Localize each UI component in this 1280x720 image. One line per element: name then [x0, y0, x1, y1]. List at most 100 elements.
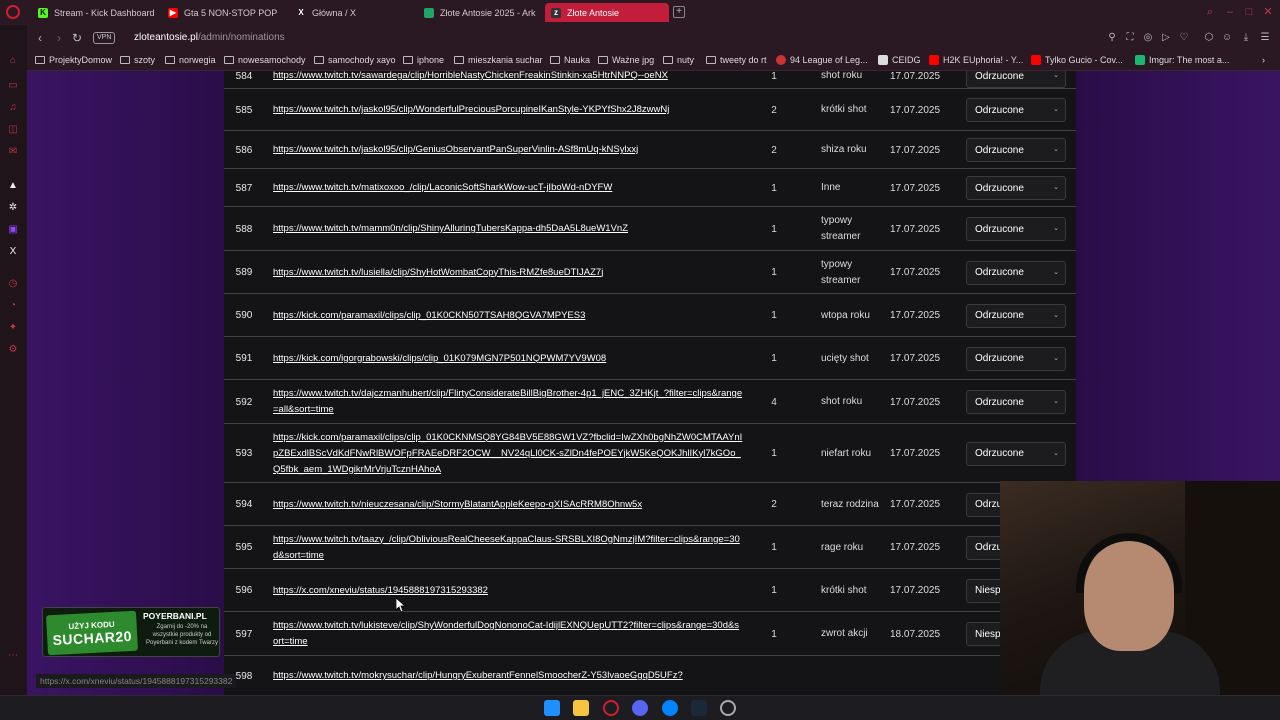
- bookmark-tylko-gucio[interactable]: Tylko Gucio - Cov...: [1031, 55, 1123, 65]
- bookmark-samochody-xayo[interactable]: samochody xayo: [314, 55, 396, 65]
- bookmarks-more-icon[interactable]: ›: [1262, 55, 1265, 65]
- bookmark-mieszkania-suchar[interactable]: mieszkania suchar: [454, 55, 543, 65]
- nomination-count: 1: [764, 569, 784, 612]
- clock-icon[interactable]: ◔: [7, 300, 19, 312]
- folder-icon: [314, 56, 324, 64]
- nomination-link[interactable]: https://www.twitch.tv/jaskol95/clip/Wond…: [273, 102, 669, 118]
- windows-start-icon[interactable]: [544, 700, 560, 716]
- bookmark-h2k[interactable]: H2K EUphoria! - Y...: [929, 55, 1023, 65]
- status-select[interactable]: Odrzucone ⌄: [966, 441, 1066, 466]
- bookmark-nowesamochody[interactable]: nowesamochody: [224, 55, 306, 65]
- history-icon[interactable]: ◷: [7, 278, 19, 290]
- obs-icon[interactable]: [720, 700, 736, 716]
- status-select[interactable]: Odrzucone ⌄: [966, 217, 1066, 241]
- bookmark-szoty[interactable]: szoty: [120, 55, 155, 65]
- bookmark-imgur[interactable]: Imgur: The most a...: [1135, 55, 1229, 65]
- nomination-link[interactable]: https://www.twitch.tv/dajczmanhubert/cli…: [273, 386, 743, 418]
- nomination-url-cell: https://www.twitch.tv/dajczmanhubert/cli…: [273, 380, 743, 424]
- tab-spreadsheet[interactable]: Złote Antosie 2025 - Ark: [418, 3, 538, 22]
- nomination-id: 588: [224, 207, 264, 251]
- maximize-icon[interactable]: □: [1243, 6, 1255, 18]
- close-icon[interactable]: ✕: [1262, 6, 1274, 18]
- profile-icon[interactable]: ☺: [1221, 32, 1233, 44]
- forward-icon[interactable]: ›: [52, 31, 66, 45]
- snapshot-icon[interactable]: ⛶: [1124, 32, 1136, 44]
- tab-x-home[interactable]: X Główna / X: [290, 3, 410, 22]
- nomination-link[interactable]: https://www.twitch.tv/nieuczesana/clip/S…: [273, 497, 642, 513]
- status-select[interactable]: Odrzucone ⌄: [966, 98, 1066, 122]
- nomination-link[interactable]: https://www.twitch.tv/sawardega/clip/Hor…: [273, 71, 668, 84]
- nomination-link[interactable]: https://www.twitch.tv/taazy_/clip/Oblivi…: [273, 532, 743, 564]
- nomination-link[interactable]: https://www.twitch.tv/mokrysuchar/clip/H…: [273, 668, 683, 684]
- tab-youtube-gta[interactable]: ▶ Gta 5 NON-STOP POP ra: [162, 3, 280, 22]
- nomination-id: 591: [224, 337, 264, 380]
- reload-icon[interactable]: ↻: [70, 31, 84, 45]
- nomination-link[interactable]: https://www.twitch.tv/lusiella/clip/ShyH…: [273, 265, 603, 281]
- status-select[interactable]: Odrzucone ⌄: [966, 71, 1066, 88]
- extensions-icon[interactable]: ✦: [7, 322, 19, 334]
- settings-icon[interactable]: ⚙: [7, 344, 19, 356]
- download-icon[interactable]: ⤓: [1240, 32, 1252, 44]
- nomination-url-cell: https://kick.com/igorgrabowski/clips/cli…: [273, 337, 743, 380]
- bookmark-nuty[interactable]: nuty: [663, 55, 694, 65]
- bookmark-projektydomow[interactable]: ProjektyDomow: [35, 55, 112, 65]
- menu-icon[interactable]: ☰: [1259, 32, 1271, 44]
- nomination-link[interactable]: https://kick.com/igorgrabowski/clips/cli…: [273, 351, 606, 367]
- vpn-badge[interactable]: VPN: [93, 32, 116, 44]
- nomination-link[interactable]: https://www.twitch.tv/jaskol95/clip/Geni…: [273, 142, 638, 158]
- new-tab-button[interactable]: +: [673, 6, 685, 18]
- url-field[interactable]: zloteantosie.pl/admin/nominations: [134, 32, 285, 43]
- home-icon[interactable]: ⌂: [7, 55, 19, 67]
- messenger-icon[interactable]: [662, 700, 678, 716]
- twitch-icon[interactable]: ▣: [7, 224, 19, 236]
- status-select[interactable]: Odrzucone ⌄: [966, 138, 1066, 162]
- extensions-icon[interactable]: ⬡: [1203, 32, 1215, 44]
- bookmark-wazne-jpg[interactable]: Ważne jpg: [598, 55, 654, 65]
- nomination-id: 595: [224, 526, 264, 569]
- file-explorer-icon[interactable]: [573, 700, 589, 716]
- x-icon[interactable]: X: [7, 246, 19, 258]
- status-select[interactable]: Odrzucone ⌄: [966, 176, 1066, 200]
- minimize-icon[interactable]: –: [1224, 6, 1236, 18]
- mail-icon[interactable]: ✉: [7, 146, 19, 158]
- heart-icon[interactable]: ♡: [1178, 32, 1190, 44]
- bookmark-tweety-do-rt[interactable]: tweety do rt: [706, 55, 767, 65]
- nomination-link[interactable]: https://kick.com/paramaxil/clips/clip_01…: [273, 308, 585, 324]
- nomination-link[interactable]: https://kick.com/paramaxil/clips/clip_01…: [273, 430, 743, 478]
- status-select[interactable]: Odrzucone ⌄: [966, 346, 1066, 371]
- camera-icon[interactable]: ◎: [1142, 32, 1154, 44]
- chatgpt-icon[interactable]: ✲: [7, 202, 19, 214]
- status-select[interactable]: Odrzucone ⌄: [966, 303, 1066, 328]
- bookmark-ceidg[interactable]: CEIDG: [878, 55, 921, 65]
- status-select[interactable]: Odrzucone ⌄: [966, 260, 1066, 285]
- nomination-id: 596: [224, 569, 264, 612]
- sidebar-more-icon[interactable]: ⋯: [7, 650, 19, 662]
- nomination-link[interactable]: https://www.twitch.tv/mamm0n/clip/ShinyA…: [273, 221, 628, 237]
- nomination-link[interactable]: https://www.twitch.tv/matixoxoo_/clip/La…: [273, 180, 612, 196]
- status-select[interactable]: Odrzucone ⌄: [966, 390, 1066, 414]
- music-icon[interactable]: ♫: [7, 102, 19, 114]
- youtube-icon: ▶: [168, 7, 178, 18]
- pin-icon[interactable]: ⚲: [1106, 32, 1118, 44]
- bookmark-nauka[interactable]: Nauka: [550, 55, 590, 65]
- bookmark-league[interactable]: 94 League of Leg...: [776, 55, 868, 65]
- tab-zlote-antosie[interactable]: z Złote Antosie: [545, 3, 669, 22]
- opera-icon[interactable]: [603, 700, 619, 716]
- back-icon[interactable]: ‹: [33, 31, 47, 45]
- instagram-icon[interactable]: ◫: [7, 124, 19, 136]
- ai-icon[interactable]: ▲: [7, 180, 19, 192]
- steam-icon[interactable]: [691, 700, 707, 716]
- nomination-link[interactable]: https://x.com/xneviu/status/194588819731…: [273, 583, 488, 599]
- discord-icon[interactable]: [632, 700, 648, 716]
- nomination-id: 585: [224, 89, 264, 131]
- nomination-count-text: 1: [771, 353, 777, 364]
- opera-logo-icon[interactable]: [6, 5, 20, 19]
- headphones: [1076, 533, 1182, 593]
- play-icon[interactable]: ▷: [1160, 32, 1172, 44]
- bookmark-iphone[interactable]: iphone: [403, 55, 444, 65]
- inbox-icon[interactable]: ▭: [7, 80, 19, 92]
- tab-kick-dashboard[interactable]: K Stream - Kick Dashboard: [32, 3, 166, 22]
- nomination-link[interactable]: https://www.twitch.tv/lukisteve/clip/Shy…: [273, 618, 743, 650]
- bookmark-norwegia[interactable]: norwegia: [165, 55, 216, 65]
- search-tabs-icon[interactable]: ⌕: [1204, 6, 1216, 18]
